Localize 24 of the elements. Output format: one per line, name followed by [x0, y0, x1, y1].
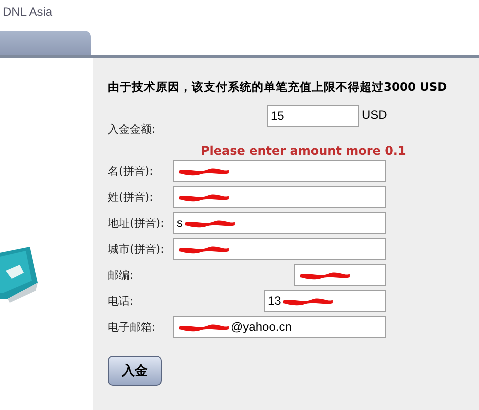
input-field[interactable]: [173, 238, 386, 260]
field-value: 13: [268, 294, 282, 308]
field-value: s: [177, 216, 183, 230]
field-label: 姓(拼音):: [108, 190, 154, 204]
field-label: 地址(拼音):: [108, 216, 166, 230]
field-label: 城市(拼音):: [108, 242, 166, 256]
field-label: 邮编:: [108, 268, 135, 282]
brand-name: DNL Asia: [2, 4, 54, 21]
deposit-button[interactable]: 入金: [108, 356, 162, 386]
input-field[interactable]: 13: [264, 290, 386, 312]
field-label: 电话:: [108, 294, 135, 308]
field-label: 电子邮箱:: [108, 320, 157, 334]
input-field[interactable]: s: [173, 212, 386, 234]
amount-field[interactable]: 15: [267, 105, 359, 127]
input-field[interactable]: @yahoo.cn: [173, 316, 386, 338]
input-field[interactable]: [173, 160, 386, 182]
input-field[interactable]: [294, 264, 386, 286]
field-label: 名(拼音):: [108, 164, 154, 178]
input-field[interactable]: [173, 186, 386, 208]
error-message: Please enter amount more 0.1: [201, 144, 408, 158]
limit-notice: 由于技术原因，该支付系统的单笔充值上限不得超过3000 USD: [108, 80, 448, 95]
currency-label: USD: [362, 107, 388, 122]
field-value: @yahoo.cn: [231, 320, 292, 334]
field-label: 入金金额:: [108, 122, 157, 138]
